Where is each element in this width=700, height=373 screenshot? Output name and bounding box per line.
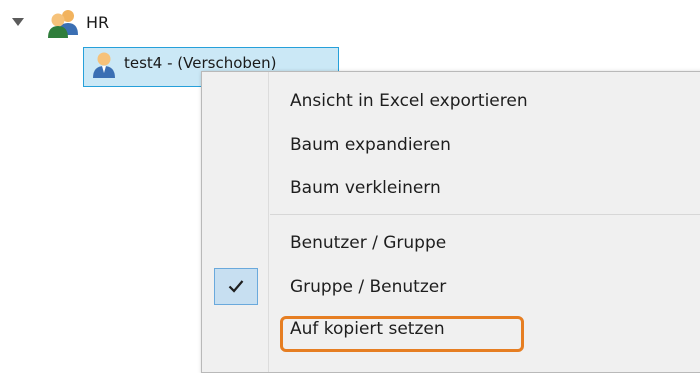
tree-node-label: test4 - (Verschoben) [124, 54, 277, 72]
context-menu: Ansicht in Excel exportieren Baum expand… [201, 71, 700, 373]
tree-node-label: HR [86, 13, 110, 32]
menu-item-label: Benutzer / Gruppe [290, 233, 447, 253]
user-icon [93, 52, 115, 78]
menu-item-label: Auf kopiert setzen [290, 319, 445, 339]
menu-item-collapse-tree[interactable]: Baum verkleinern [202, 169, 700, 209]
user-group-icon [48, 10, 78, 38]
menu-item-expand-tree[interactable]: Baum expandieren [202, 126, 700, 166]
menu-item-label: Baum verkleinern [290, 178, 441, 198]
menu-item-label: Baum expandieren [290, 135, 451, 155]
menu-item-group-user[interactable]: Gruppe / Benutzer [202, 268, 700, 308]
menu-item-set-copied[interactable]: Auf kopiert setzen [202, 310, 700, 350]
tree-node-hr[interactable]: HR [46, 8, 109, 38]
expand-arrow-icon[interactable] [10, 15, 26, 29]
menu-separator [270, 214, 700, 215]
menu-item-label: Ansicht in Excel exportieren [290, 91, 528, 111]
menu-item-export-excel[interactable]: Ansicht in Excel exportieren [202, 82, 700, 122]
menu-item-label: Gruppe / Benutzer [290, 277, 447, 297]
menu-item-user-group[interactable]: Benutzer / Gruppe [202, 224, 700, 264]
